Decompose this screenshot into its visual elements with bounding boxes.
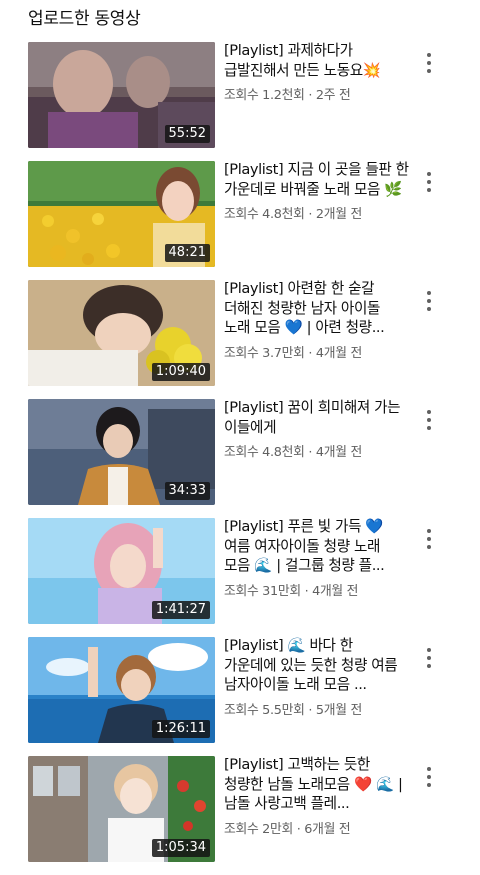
more-vert-icon[interactable]: [418, 645, 440, 671]
section-title: 업로드한 동영상: [28, 9, 141, 29]
video-item[interactable]: 55:52 [Playlist] 과제하다가 급발진해서 만든 노동요💥 조회수…: [0, 42, 480, 148]
video-title[interactable]: [Playlist] 과제하다가 급발진해서 만든 노동요💥: [224, 41, 409, 80]
video-title[interactable]: [Playlist] 🌊 바다 한 가운데에 있는 듯한 청량 여름 남자아이돌…: [224, 636, 409, 695]
video-item[interactable]: 1:09:40 [Playlist] 아련함 한 숟갈 더해진 청량한 남자 아…: [0, 280, 480, 386]
video-meta: 조회수 4.8천회 · 2개월 전: [224, 207, 362, 223]
video-duration: 1:41:27: [151, 601, 210, 619]
more-vert-icon[interactable]: [418, 526, 440, 552]
video-item[interactable]: 1:41:27 [Playlist] 푸른 빛 가득 💙 여름 여자아이돌 청량…: [0, 518, 480, 624]
video-meta: 조회수 1.2천회 · 2주 전: [224, 88, 351, 104]
video-meta: 조회수 3.7만회 · 4개월 전: [224, 345, 362, 361]
video-duration: 1:09:40: [151, 363, 210, 381]
video-title[interactable]: [Playlist] 꿈이 희미해져 가는 이들에게: [224, 398, 409, 437]
video-item[interactable]: 34:33 [Playlist] 꿈이 희미해져 가는 이들에게 조회수 4.8…: [0, 399, 480, 505]
video-duration: 48:21: [164, 244, 210, 262]
video-thumbnail[interactable]: 34:33: [28, 399, 215, 505]
video-duration: 55:52: [164, 125, 210, 143]
more-vert-icon[interactable]: [418, 288, 440, 314]
video-thumbnail[interactable]: 48:21: [28, 161, 215, 267]
video-thumbnail[interactable]: 1:41:27: [28, 518, 215, 624]
video-item[interactable]: 1:05:34 [Playlist] 고백하는 듯한 청량한 남돌 노래모음 ❤…: [0, 756, 480, 862]
video-meta: 조회수 4.8천회 · 4개월 전: [224, 445, 362, 461]
more-vert-icon[interactable]: [418, 50, 440, 76]
video-thumbnail[interactable]: 55:52: [28, 42, 215, 148]
video-title[interactable]: [Playlist] 푸른 빛 가득 💙 여름 여자아이돌 청량 노래 모음 🌊…: [224, 517, 409, 576]
video-duration: 1:05:34: [151, 839, 210, 857]
video-thumbnail[interactable]: 1:09:40: [28, 280, 215, 386]
video-item[interactable]: 48:21 [Playlist] 지금 이 곳을 들판 한 가운데로 바꿔줄 노…: [0, 161, 480, 267]
video-meta: 조회수 31만회 · 4개월 전: [224, 583, 359, 599]
video-duration: 1:26:11: [151, 720, 210, 738]
video-title[interactable]: [Playlist] 지금 이 곳을 들판 한 가운데로 바꿔줄 노래 모음 🌿: [224, 160, 409, 199]
video-thumbnail[interactable]: 1:26:11: [28, 637, 215, 743]
video-title[interactable]: [Playlist] 고백하는 듯한 청량한 남돌 노래모음 ❤️ 🌊 | 남돌…: [224, 755, 409, 814]
more-vert-icon[interactable]: [418, 407, 440, 433]
video-thumbnail[interactable]: 1:05:34: [28, 756, 215, 862]
video-title[interactable]: [Playlist] 아련함 한 숟갈 더해진 청량한 남자 아이돌 노래 모음…: [224, 279, 409, 338]
more-vert-icon[interactable]: [418, 764, 440, 790]
video-item[interactable]: 1:26:11 [Playlist] 🌊 바다 한 가운데에 있는 듯한 청량 …: [0, 637, 480, 743]
more-vert-icon[interactable]: [418, 169, 440, 195]
video-meta: 조회수 5.5만회 · 5개월 전: [224, 702, 362, 718]
video-meta: 조회수 2만회 · 6개월 전: [224, 821, 351, 837]
video-duration: 34:33: [164, 482, 210, 500]
